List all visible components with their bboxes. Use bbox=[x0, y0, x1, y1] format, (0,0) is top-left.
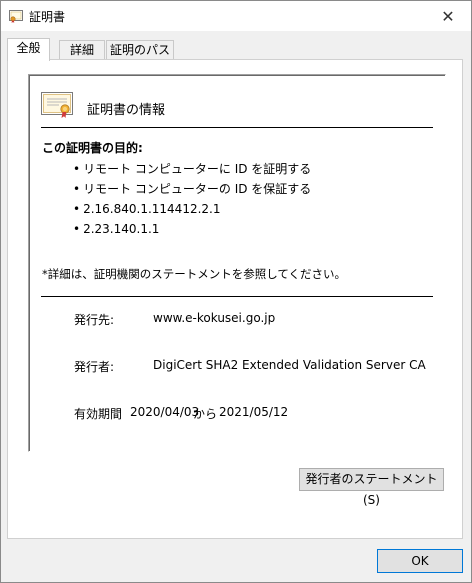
purpose-item: リモート コンピューターの ID を保証する bbox=[73, 179, 311, 199]
close-icon: ✕ bbox=[441, 6, 455, 26]
purpose-item: リモート コンピューターに ID を証明する bbox=[73, 159, 311, 179]
certificate-info-title: 証明書の情報 bbox=[87, 103, 166, 118]
certificate-dialog: 証明書 ✕ 全般 詳細 証明のパス 証明書の情報 この証明書の目的: • リモー… bbox=[0, 0, 472, 583]
title-bar: 証明書 ✕ bbox=[1, 1, 471, 31]
purpose-list: リモート コンピューターに ID を証明する リモート コンピューターの ID … bbox=[73, 159, 311, 239]
valid-to-value: 2021/05/12 bbox=[219, 405, 289, 419]
valid-from-value: 2020/04/03 bbox=[130, 405, 200, 419]
close-button[interactable]: ✕ bbox=[425, 1, 471, 31]
issued-by-value: DigiCert SHA2 Extended Validation Server… bbox=[153, 358, 426, 372]
purpose-heading: この証明書の目的: bbox=[42, 141, 143, 155]
valid-to-word: から bbox=[193, 407, 218, 421]
divider bbox=[41, 296, 433, 297]
certificate-icon bbox=[9, 10, 23, 23]
issuer-statement-button[interactable]: 発行者のステートメント(S) bbox=[299, 468, 444, 507]
purpose-item: 2.16.840.1.114412.2.1 bbox=[73, 199, 311, 219]
issued-to-label: 発行先: bbox=[74, 313, 115, 327]
issued-by-label: 発行者: bbox=[74, 360, 115, 374]
issued-to-value: www.e-kokusei.go.jp bbox=[153, 311, 276, 325]
divider bbox=[41, 127, 433, 128]
tab-general[interactable]: 全般 bbox=[7, 38, 50, 61]
certificate-icon bbox=[41, 92, 73, 118]
statement-note: *詳細は、証明機関のステートメントを参照してください。 bbox=[42, 267, 347, 281]
tab-panel-general: 証明書の情報 この証明書の目的: リモート コンピューターに ID を証明する … bbox=[7, 59, 463, 539]
tab-cert-path[interactable]: 証明のパス bbox=[106, 40, 174, 60]
ok-button[interactable]: OK bbox=[377, 549, 463, 573]
tab-details[interactable]: 詳細 bbox=[59, 40, 105, 60]
validity-label: 有効期間 bbox=[74, 407, 123, 421]
window-title: 証明書 bbox=[29, 10, 66, 24]
certificate-info-box: 証明書の情報 この証明書の目的: リモート コンピューターに ID を証明する … bbox=[28, 74, 446, 452]
purpose-item: 2.23.140.1.1 bbox=[73, 219, 311, 239]
